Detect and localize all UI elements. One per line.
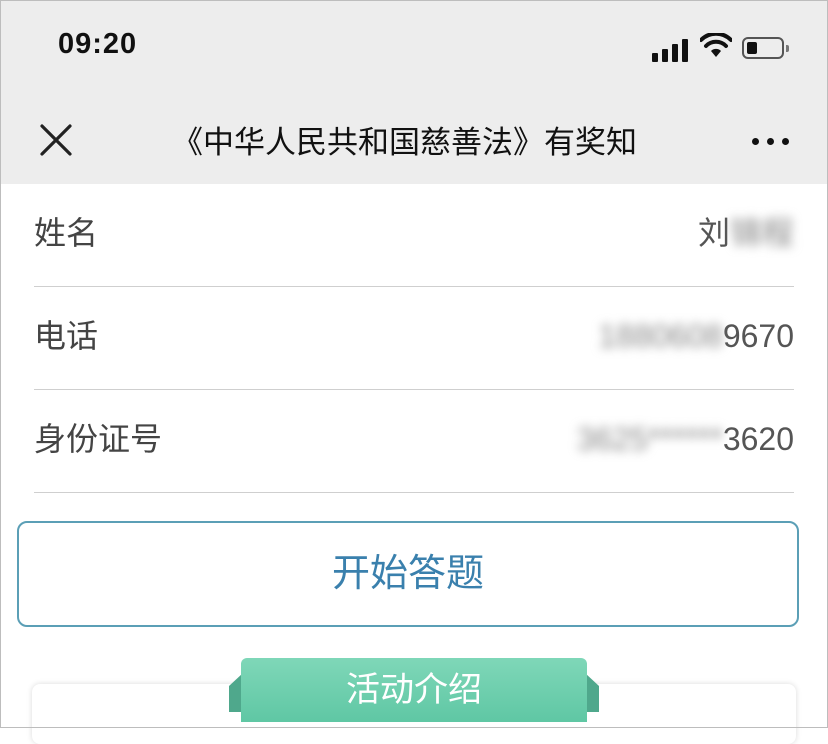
top-bar: 09:20 《中华人民共和国慈善法》有奖知: [0, 0, 828, 184]
close-icon[interactable]: [38, 122, 74, 158]
page-title: 《中华人民共和国慈善法》有奖知: [172, 118, 676, 168]
phone-row: 电话 18806089670: [34, 287, 794, 390]
phone-value: 18806089670: [598, 313, 794, 359]
phone-value-masked: 1880608: [598, 318, 723, 354]
id-number-value: 3625******3620: [577, 416, 794, 462]
more-options-icon[interactable]: [748, 128, 794, 154]
name-value-masked: 锦程: [729, 215, 794, 251]
phone-value-visible: 9670: [722, 318, 794, 354]
status-time: 09:20: [58, 28, 138, 60]
name-value: 刘锦程: [698, 210, 794, 256]
start-quiz-button[interactable]: 开始答题: [17, 521, 799, 627]
name-label: 姓名: [34, 214, 99, 252]
id-number-row: 身份证号 3625******3620: [34, 390, 794, 493]
phone-label: 电话: [34, 317, 99, 355]
id-number-label: 身份证号: [34, 420, 163, 458]
name-value-visible: 刘: [697, 215, 730, 251]
id-number-value-masked: 3625******: [576, 421, 723, 457]
activity-intro-header: 活动介绍: [241, 658, 587, 722]
cellular-signal-icon: [652, 38, 692, 62]
name-row: 姓名 刘锦程: [34, 184, 794, 287]
wifi-icon: [700, 33, 732, 57]
battery-icon: [742, 37, 789, 59]
id-number-value-visible: 3620: [722, 421, 794, 457]
